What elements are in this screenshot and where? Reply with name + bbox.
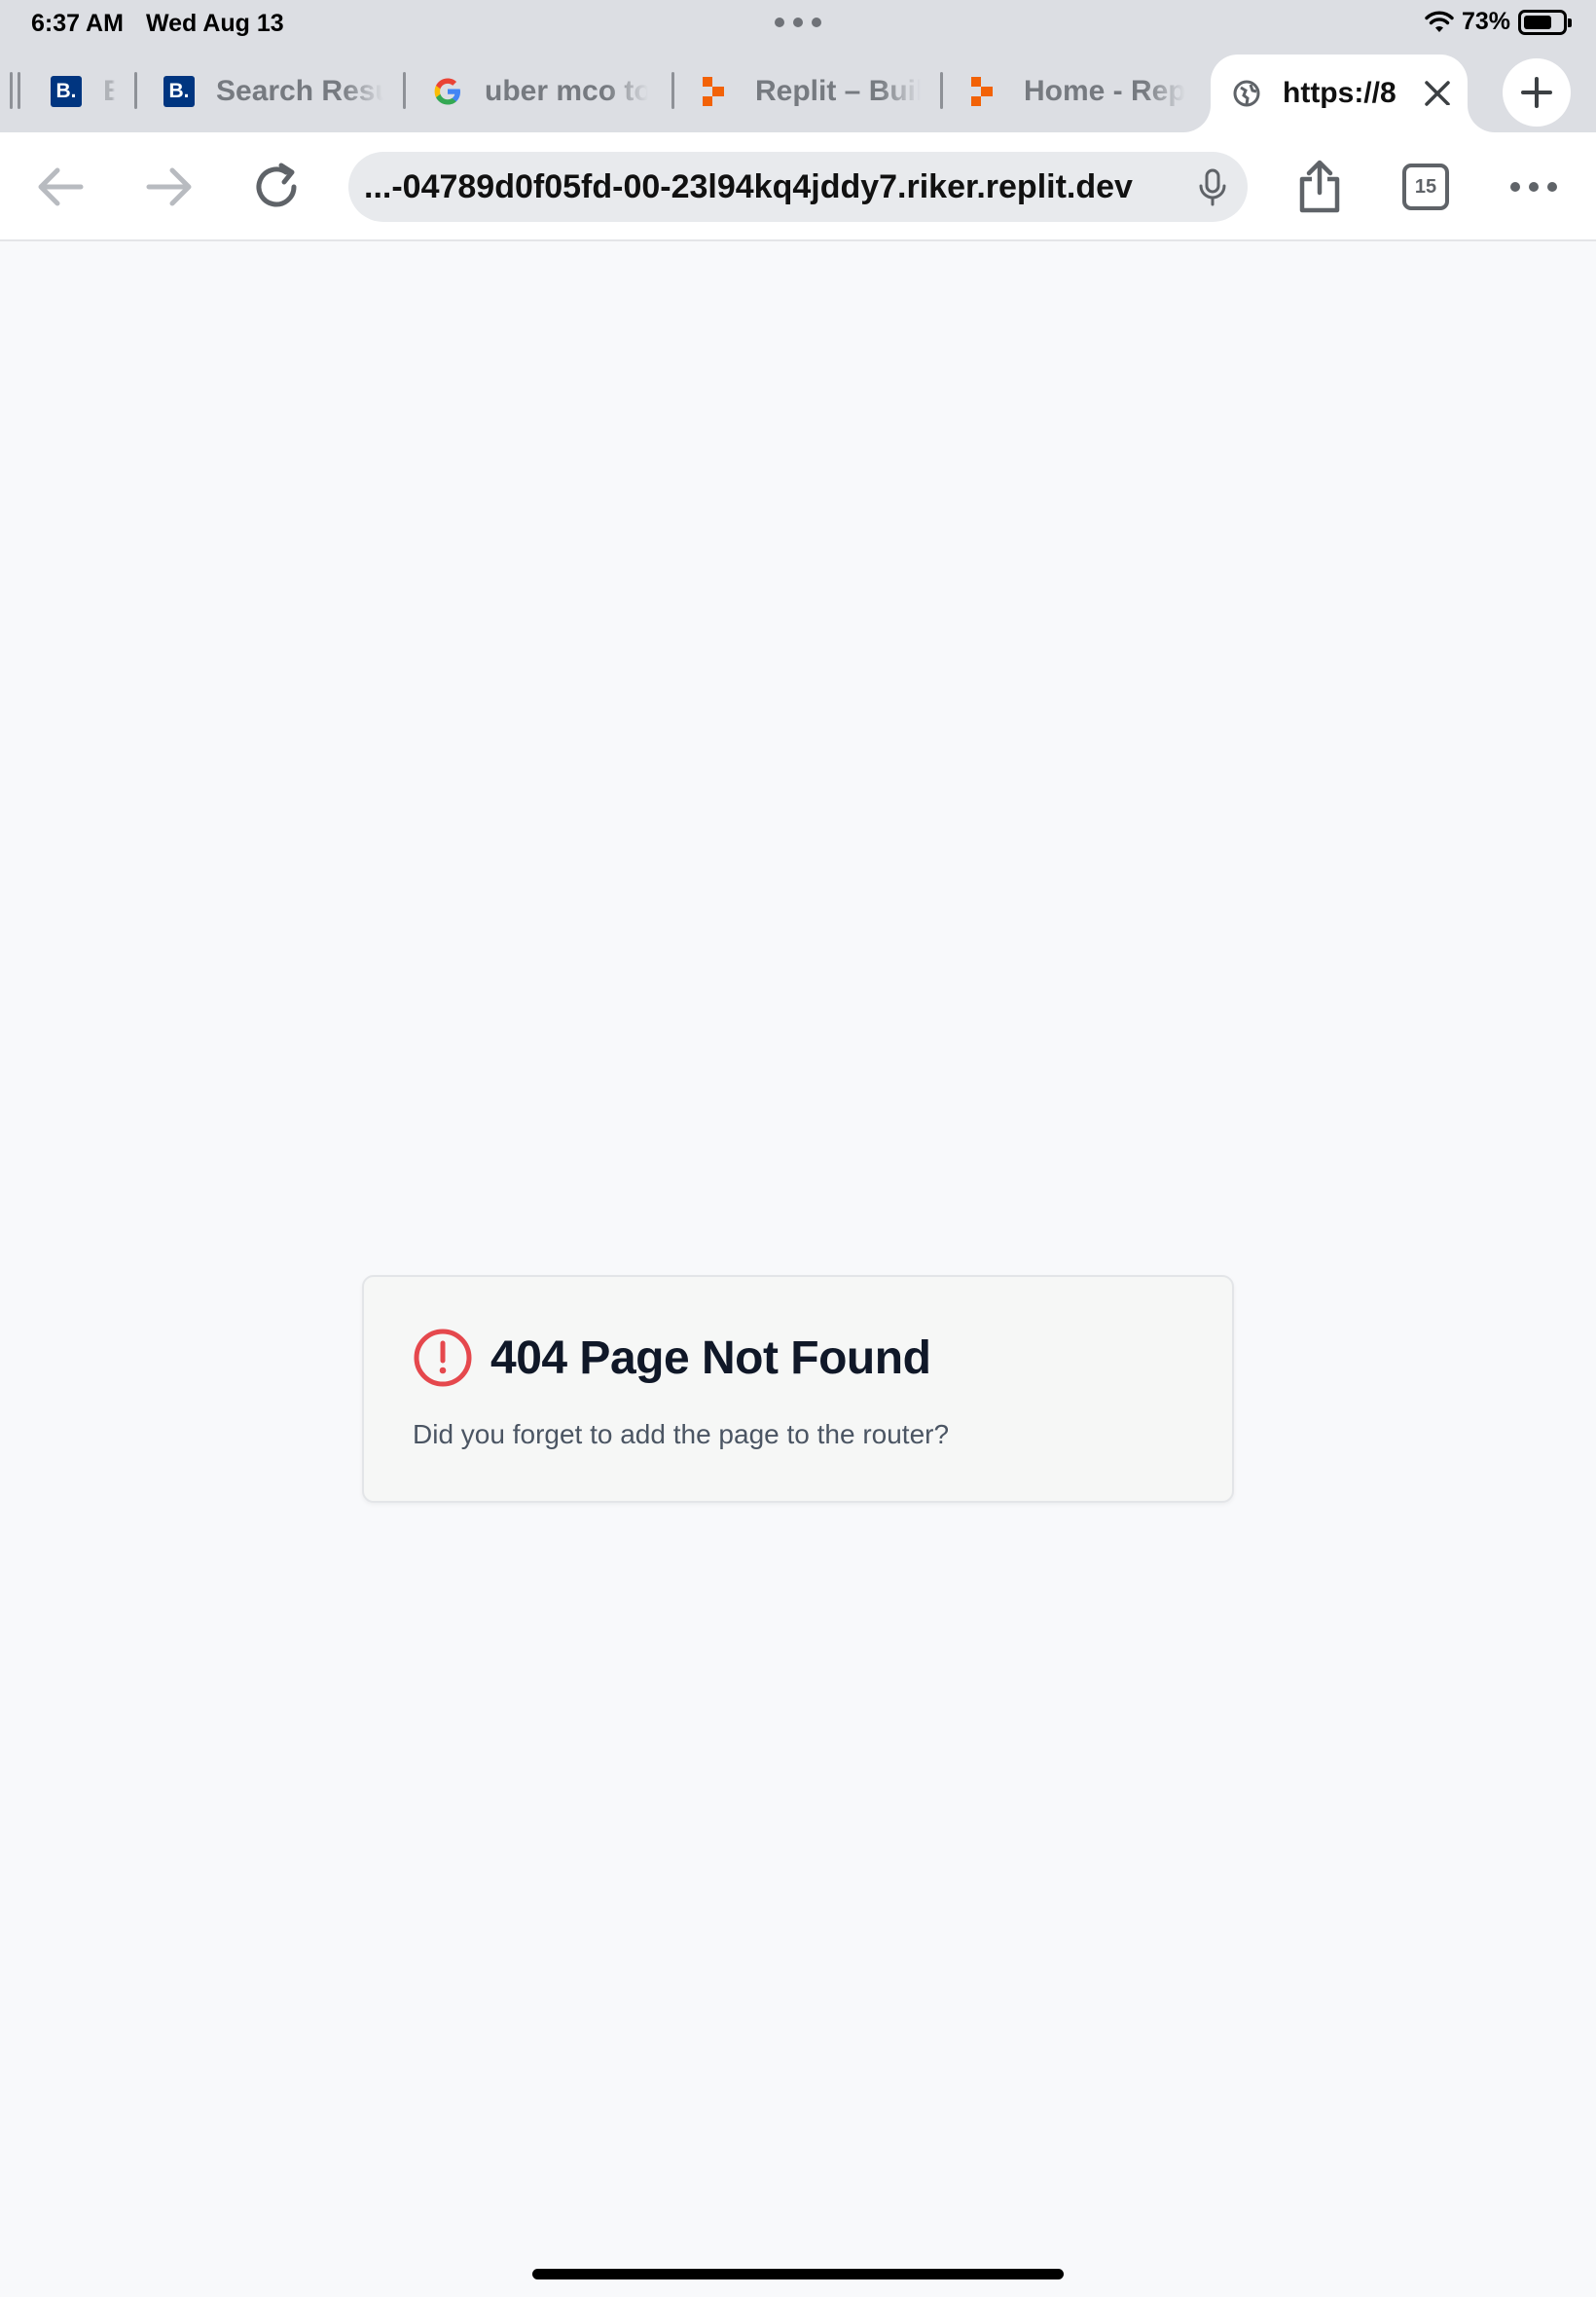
error-description: Did you forget to add the page to the ro… (413, 1419, 950, 1449)
tab-divider (940, 72, 943, 109)
tab-divider (134, 72, 137, 109)
microphone-icon[interactable] (1193, 167, 1232, 206)
browser-chrome: 6:37 AM Wed Aug 13 73% B. B B. Search Re… (0, 0, 1596, 132)
booking-b-icon: B. (163, 76, 195, 107)
replit-icon (703, 77, 728, 106)
forward-button[interactable] (142, 160, 197, 214)
new-tab-button[interactable] (1503, 58, 1571, 127)
tab-booking-1[interactable]: B. B (51, 62, 115, 121)
status-bar: 6:37 AM Wed Aug 13 73% (0, 0, 1596, 47)
arrow-right-icon (146, 167, 192, 206)
tab-replit-home[interactable]: Home - Repl (971, 62, 1185, 121)
google-g-icon (434, 78, 460, 105)
reload-button[interactable] (249, 160, 304, 214)
ellipsis-icon (1510, 182, 1557, 192)
tab-title: Replit – Buil (755, 75, 921, 107)
page-title: 404 Page Not Found (490, 1331, 931, 1384)
tab-search-results[interactable]: B. Search Resu (163, 62, 389, 121)
tab-divider (18, 72, 20, 109)
url-text[interactable]: ...-04789d0f05fd-00-23l94kq4jddy7.riker.… (364, 168, 1193, 206)
battery-icon (1518, 9, 1572, 35)
tab-strip: B. B B. Search Resu uber mco to Replit –… (0, 51, 1596, 132)
tab-active[interactable]: https://8 (1211, 55, 1468, 132)
error-card: 404 Page Not Found Did you forget to add… (362, 1275, 1234, 1503)
booking-b-icon: B. (51, 76, 82, 107)
tab-divider (671, 72, 674, 109)
status-indicators: 73% (1425, 8, 1572, 36)
tab-replit-build[interactable]: Replit – Buil (703, 62, 921, 121)
close-icon[interactable] (1423, 79, 1452, 108)
tab-title: Search Resu (216, 75, 383, 107)
replit-icon (971, 77, 997, 106)
tab-title: Home - Repl (1024, 75, 1185, 107)
reload-icon (256, 163, 297, 207)
tab-divider (403, 72, 406, 109)
share-icon (1299, 160, 1340, 213)
multitasking-dots-icon[interactable] (775, 10, 821, 35)
battery-percent: 73% (1461, 8, 1510, 35)
address-bar[interactable]: ...-04789d0f05fd-00-23l94kq4jddy7.riker.… (348, 152, 1248, 222)
tab-divider (10, 72, 13, 109)
wifi-icon (1425, 11, 1454, 32)
share-button[interactable] (1292, 160, 1347, 214)
tab-switcher-button[interactable]: 15 (1402, 164, 1449, 210)
error-card-header: 404 Page Not Found (413, 1328, 931, 1388)
tab-google-search[interactable]: uber mco to (432, 62, 648, 121)
more-options-button[interactable] (1506, 160, 1561, 214)
plus-icon (1521, 77, 1552, 108)
status-time: 6:37 AM (31, 10, 124, 37)
page-viewport: 404 Page Not Found Did you forget to add… (0, 241, 1596, 2297)
globe-icon (1233, 80, 1260, 107)
tab-title: https://8 (1283, 77, 1396, 109)
tab-title: uber mco to (485, 75, 648, 107)
browser-toolbar: ...-04789d0f05fd-00-23l94kq4jddy7.riker.… (0, 132, 1596, 241)
status-date: Wed Aug 13 (146, 10, 284, 37)
tab-title: B (103, 75, 115, 107)
alert-circle-icon (414, 1329, 472, 1387)
home-indicator[interactable] (532, 2269, 1064, 2279)
back-button[interactable] (33, 160, 88, 214)
arrow-left-icon (38, 167, 84, 206)
